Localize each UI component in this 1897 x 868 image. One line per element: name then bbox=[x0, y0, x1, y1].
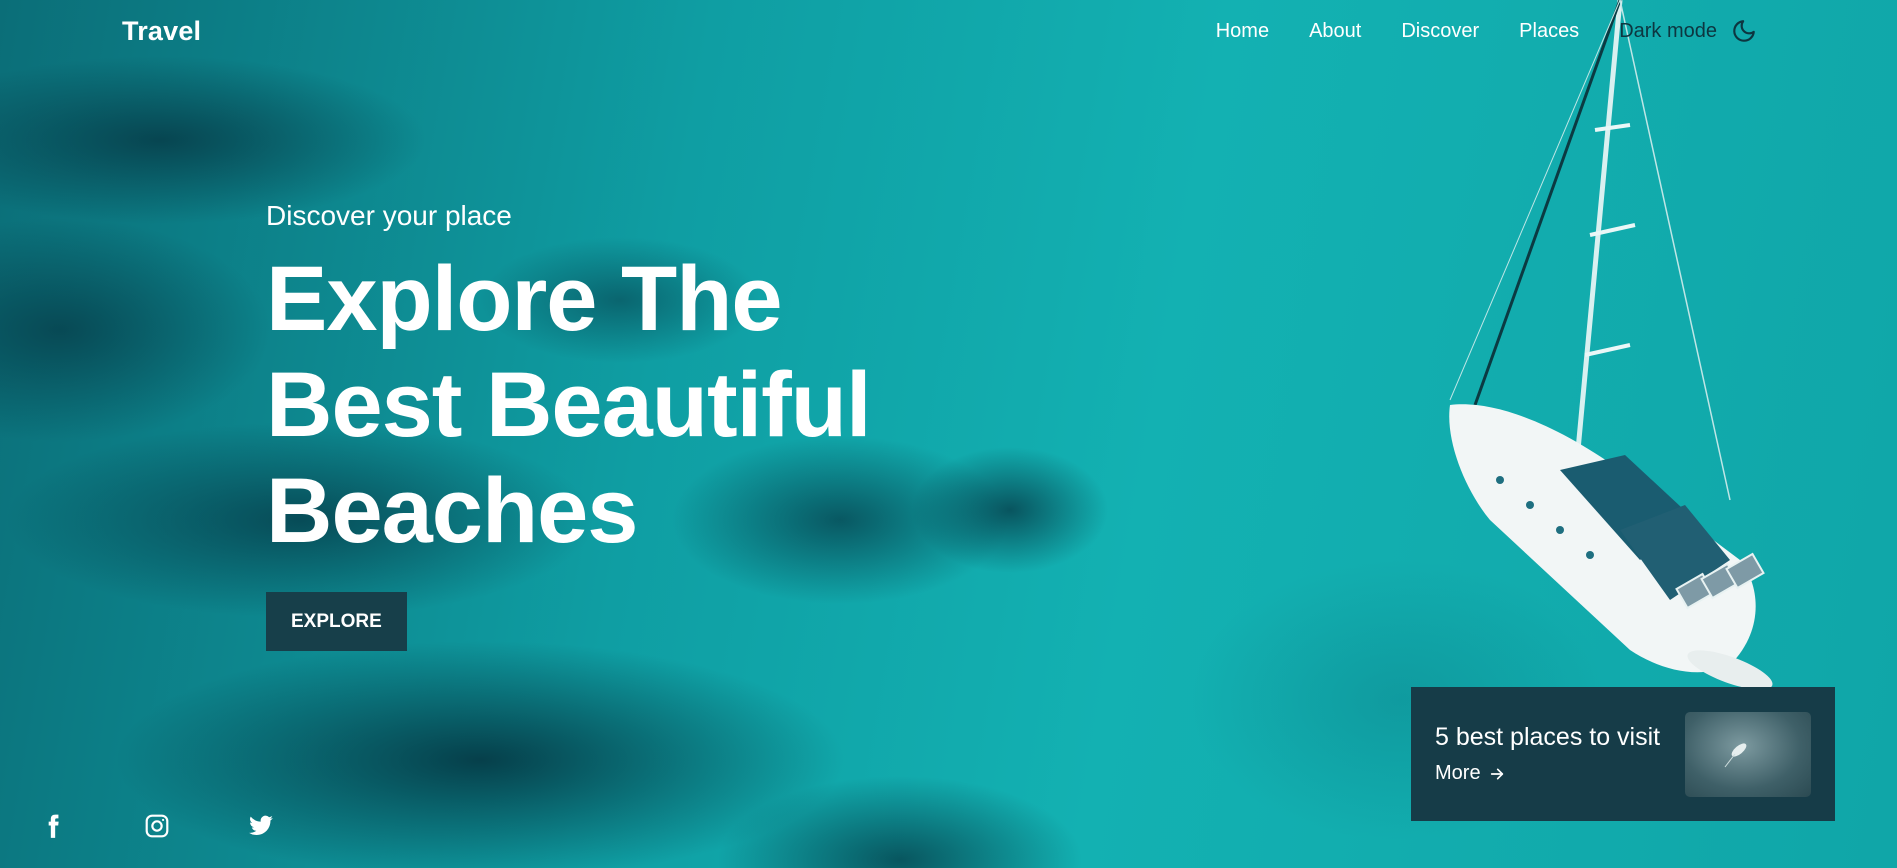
hero-title-line: Beaches bbox=[266, 460, 638, 562]
nav-places-link[interactable]: Places bbox=[1519, 20, 1579, 43]
nav-discover-link[interactable]: Discover bbox=[1401, 20, 1479, 43]
hero-title-line: Best Beautiful bbox=[266, 354, 872, 456]
instagram-icon[interactable] bbox=[144, 812, 170, 840]
twitter-icon[interactable] bbox=[248, 812, 274, 840]
dark-mode-toggle[interactable]: Dark mode bbox=[1619, 18, 1757, 44]
site-logo[interactable]: Travel bbox=[122, 16, 201, 47]
sailboat-image bbox=[1449, 0, 1773, 690]
nav-about-link[interactable]: About bbox=[1309, 20, 1361, 43]
explore-button[interactable]: EXPLORE bbox=[266, 592, 407, 651]
places-card[interactable]: 5 best places to visit More bbox=[1411, 687, 1835, 821]
hero-title-line: Explore The bbox=[266, 248, 783, 350]
facebook-icon[interactable] bbox=[40, 812, 66, 840]
top-header: Travel Home About Discover Places Dark m… bbox=[0, 0, 1897, 66]
moon-icon[interactable] bbox=[1731, 18, 1757, 44]
hero-title: Explore The Best Beautiful Beaches bbox=[266, 246, 966, 564]
places-card-thumbnail[interactable] bbox=[1685, 711, 1811, 797]
social-links bbox=[40, 812, 274, 840]
arrow-right-icon[interactable] bbox=[1489, 766, 1505, 782]
more-link[interactable]: More bbox=[1435, 762, 1685, 785]
main-nav: Home About Discover Places Dark mode bbox=[1216, 18, 1757, 44]
boat-thumbnail-image bbox=[1724, 742, 1747, 767]
places-card-title: 5 best places to visit bbox=[1435, 723, 1661, 751]
places-card-text: 5 best places to visit More bbox=[1435, 723, 1685, 785]
hero-subtitle: Discover your place bbox=[266, 200, 512, 231]
more-label[interactable]: More bbox=[1435, 762, 1481, 785]
nav-home-link[interactable]: Home bbox=[1216, 20, 1269, 43]
dark-mode-label[interactable]: Dark mode bbox=[1619, 20, 1717, 43]
hero-section: Discover your place Explore The Best Bea… bbox=[266, 200, 966, 651]
